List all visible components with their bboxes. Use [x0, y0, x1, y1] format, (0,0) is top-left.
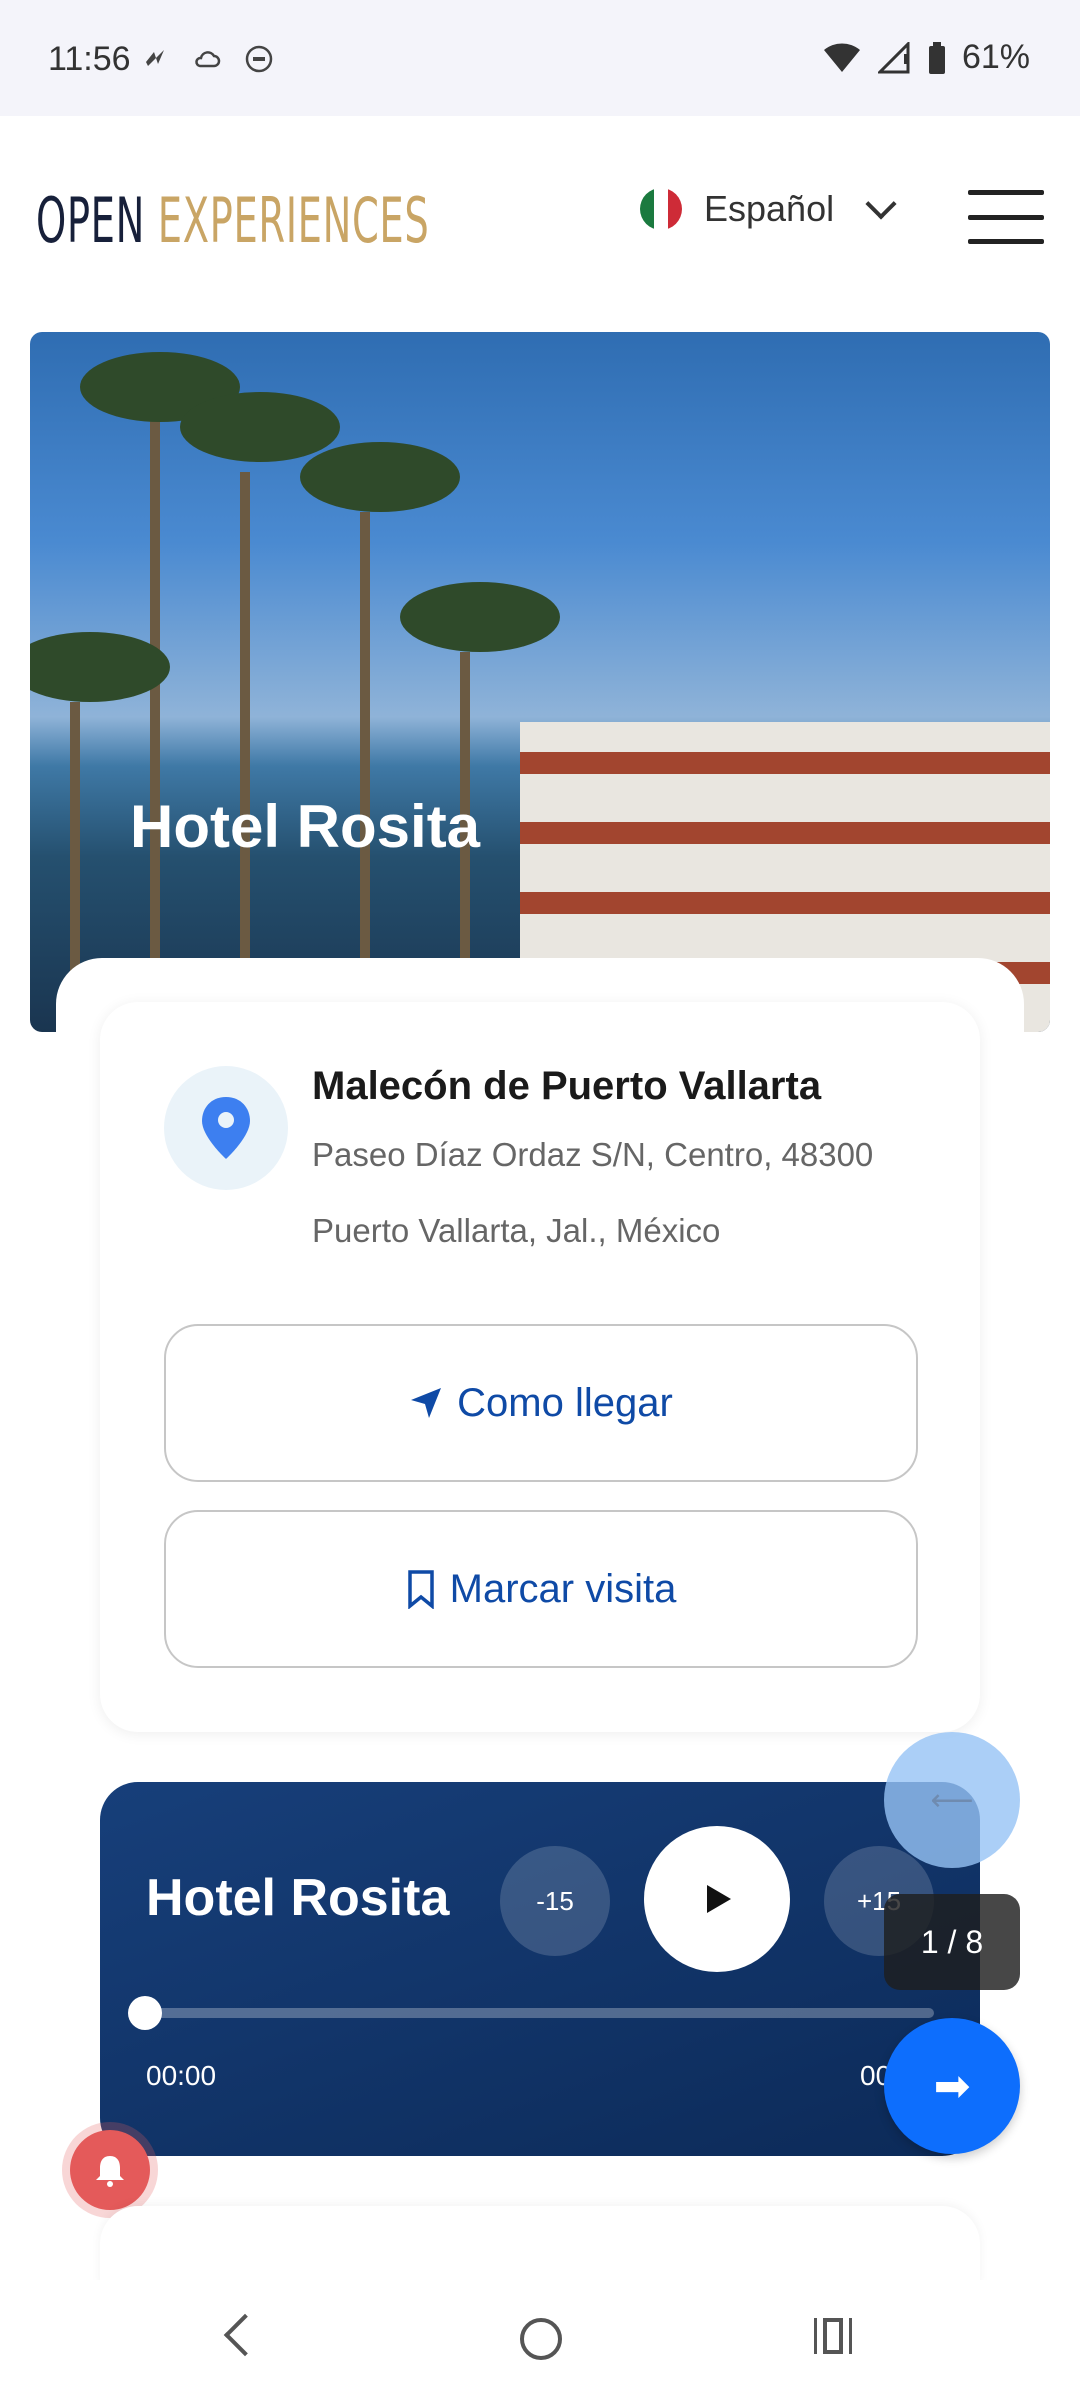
audio-title: Hotel Rosita: [146, 1869, 450, 1927]
cloud-icon: [192, 44, 222, 74]
navigation-arrow-icon: [411, 1388, 442, 1418]
arrow-left-icon: ⟵: [930, 1783, 974, 1817]
bookmark-icon: [407, 1570, 434, 1609]
status-right: 61%: [822, 38, 1030, 77]
battery-icon: [928, 41, 945, 74]
next-card-peek: [100, 2206, 980, 2286]
elapsed-time: 00:00: [146, 2060, 217, 2091]
notification-icon: [140, 44, 170, 74]
mark-visit-label: Marcar visita: [449, 1566, 677, 1611]
notification-icons: [140, 44, 274, 74]
hero-image: Hotel Rosita: [30, 332, 1050, 1032]
directions-label: Como llegar: [457, 1380, 673, 1425]
mark-visit-button[interactable]: Marcar visita: [164, 1510, 918, 1668]
location-pin-icon: [164, 1066, 288, 1190]
wifi-icon: [823, 42, 860, 72]
language-selector[interactable]: Español: [640, 188, 897, 230]
battery-level: 61%: [961, 38, 1030, 76]
circle-app-icon: [244, 44, 274, 74]
play-icon: [707, 1885, 731, 1913]
signal-icon: [877, 41, 910, 73]
stop-counter: 1 / 8: [884, 1894, 1020, 1990]
address-line-2: Puerto Vallarta, Jal., México: [312, 1212, 721, 1249]
play-button[interactable]: [644, 1826, 790, 1972]
previous-stop-button[interactable]: ⟵: [884, 1732, 1020, 1868]
hero-title: Hotel Rosita: [130, 793, 481, 860]
next-stop-button[interactable]: ➡: [884, 2018, 1020, 2154]
progress-knob[interactable]: [128, 1996, 162, 2030]
logo-experiences: EXPERIENCES: [157, 184, 430, 257]
arrow-right-icon: ➡: [933, 2061, 971, 2111]
audio-player: [100, 1782, 980, 2156]
home-icon[interactable]: [520, 2318, 562, 2360]
notification-bell-icon[interactable]: [70, 2130, 150, 2210]
address-line-1: Paseo Díaz Ordaz S/N, Centro, 48300: [312, 1136, 874, 1173]
language-label: Español: [704, 188, 835, 229]
skip-back-button[interactable]: -15: [500, 1846, 610, 1956]
logo-open: OPEN: [36, 184, 145, 257]
directions-button[interactable]: Como llegar: [164, 1324, 918, 1482]
menu-icon[interactable]: [968, 190, 1044, 244]
status-time: 11:56: [48, 40, 131, 78]
mexico-flag-icon: [640, 188, 682, 230]
skip-back-label: -15: [536, 1885, 574, 1916]
site-logo[interactable]: OPEN EXPERIENCES: [36, 184, 429, 257]
status-bar: 11:56 61%: [0, 0, 1080, 116]
recent-apps-icon[interactable]: [814, 2318, 853, 2354]
progress-track[interactable]: [146, 2008, 934, 2018]
chevron-down-icon: [865, 188, 897, 220]
location-name: Malecón de Puerto Vallarta: [312, 1064, 822, 1108]
